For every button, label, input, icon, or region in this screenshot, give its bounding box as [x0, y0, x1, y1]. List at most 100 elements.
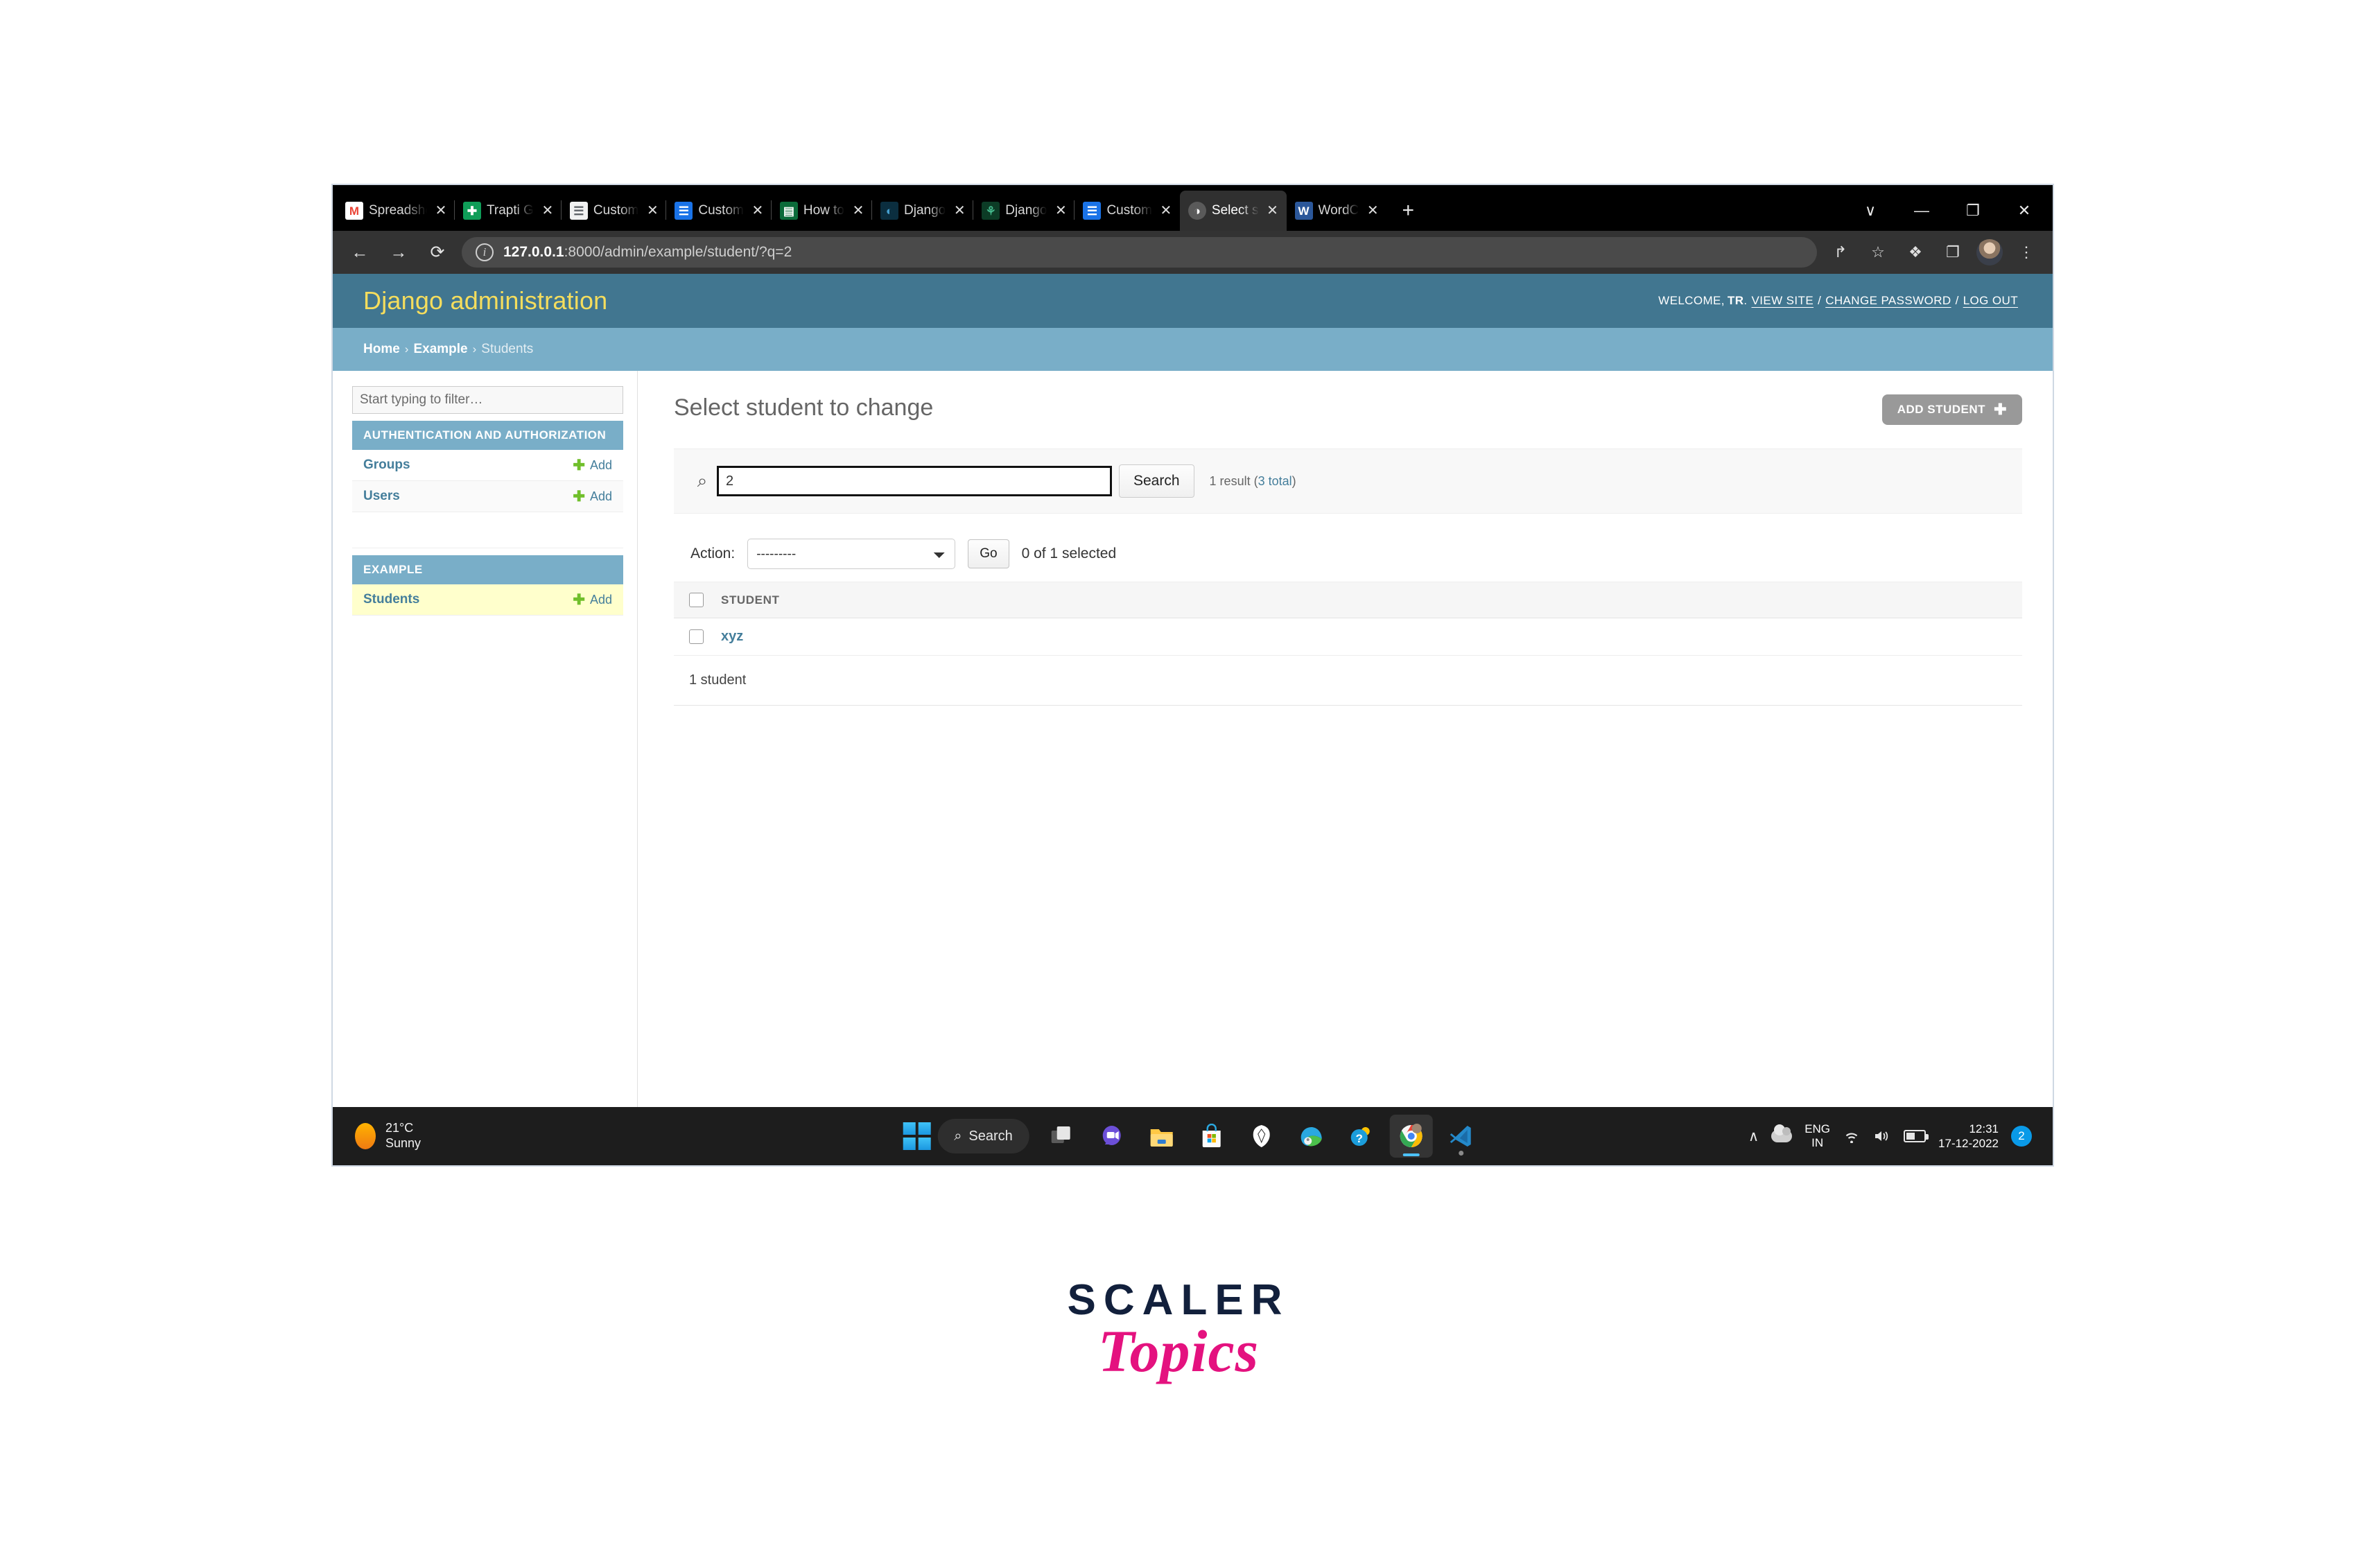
sidebar-item-users[interactable]: Users ✚ Add	[352, 481, 623, 512]
tab-search-icon[interactable]: ∨	[1845, 193, 1896, 229]
select-all-checkbox[interactable]	[689, 593, 704, 608]
language-bottom: IN	[1811, 1136, 1824, 1149]
teams-icon[interactable]	[1090, 1115, 1133, 1158]
tab-close-icon[interactable]: ✕	[1052, 202, 1069, 219]
browser-tab-active[interactable]: ◑ Select s ✕	[1179, 191, 1287, 231]
brave-icon[interactable]	[1240, 1115, 1283, 1158]
chevron-up-icon[interactable]: ∧	[1748, 1128, 1759, 1145]
reload-icon[interactable]: ⟳	[423, 238, 452, 267]
tab-close-icon[interactable]: ✕	[951, 202, 968, 219]
search-button[interactable]: Search	[1119, 464, 1194, 498]
app-group-caption[interactable]: AUTHENTICATION AND AUTHORIZATION	[352, 421, 623, 450]
column-header-student[interactable]: STUDENT	[714, 582, 2022, 619]
share-icon[interactable]: ↱	[1827, 238, 1854, 266]
side-panel-icon[interactable]: ❐	[1939, 238, 1967, 266]
volume-icon[interactable]	[1873, 1129, 1891, 1143]
link-separator: /	[1955, 294, 1959, 307]
tab-title: Trapti G	[487, 203, 534, 218]
sidebar-item-label[interactable]: Students	[363, 592, 419, 607]
tab-close-icon[interactable]: ✕	[433, 202, 449, 219]
browser-tab[interactable]: ⚘ Django ✕	[973, 191, 1075, 231]
start-button-icon[interactable]	[903, 1122, 931, 1150]
breadcrumb-home[interactable]: Home	[363, 342, 400, 357]
app-group-example: EXAMPLE Students ✚ Add	[352, 555, 623, 616]
taskbar-search-button[interactable]: ⌕ Search	[937, 1119, 1029, 1153]
sidebar-item-groups[interactable]: Groups ✚ Add	[352, 450, 623, 481]
browser-tab[interactable]: W WordC ✕	[1287, 191, 1387, 231]
close-icon[interactable]: ✕	[1999, 193, 2050, 229]
bookmark-star-icon[interactable]: ☆	[1864, 238, 1892, 266]
plus-icon: ✚	[573, 591, 585, 608]
search-input[interactable]	[717, 466, 1112, 496]
log-out-link[interactable]: LOG OUT	[1963, 294, 2018, 308]
restore-icon[interactable]: ❐	[1947, 193, 1999, 229]
go-button[interactable]: Go	[968, 539, 1009, 568]
total-link[interactable]: 3 total	[1258, 474, 1292, 488]
user-tools: WELCOME, TR. VIEW SITE / CHANGE PASSWORD…	[1658, 294, 2022, 308]
system-tray: ∧ ENG IN 12:31 17-12-2022 2	[1748, 1122, 2043, 1151]
app-group-caption[interactable]: EXAMPLE	[352, 555, 623, 584]
action-select[interactable]: ---------	[747, 539, 956, 569]
browser-tab[interactable]: ◐ Django ✕	[871, 191, 973, 231]
row-checkbox[interactable]	[689, 629, 704, 645]
language-indicator[interactable]: ENG IN	[1804, 1122, 1830, 1151]
new-tab-button[interactable]: +	[1392, 195, 1424, 227]
help-icon[interactable]: ?	[1340, 1115, 1383, 1158]
slides-icon: ☰	[675, 202, 693, 220]
breadcrumb-app[interactable]: Example	[413, 342, 467, 357]
link-separator: /	[1818, 294, 1822, 307]
student-link[interactable]: xyz	[721, 629, 743, 644]
tab-close-icon[interactable]: ✕	[749, 202, 766, 219]
minimize-icon[interactable]: —	[1896, 193, 1947, 229]
result-count-footer: 1 student	[674, 656, 2022, 706]
weather-widget[interactable]: 21°C Sunny	[342, 1121, 421, 1151]
wifi-icon[interactable]	[1843, 1129, 1861, 1143]
browser-tab[interactable]: ▤ How to ✕	[770, 191, 872, 231]
sidebar-item-label[interactable]: Users	[363, 489, 400, 504]
search-icon: ⌕	[697, 470, 708, 491]
chrome-menu-icon[interactable]: ⋮	[2012, 238, 2040, 266]
cell-student: xyz	[714, 618, 2022, 656]
file-explorer-icon[interactable]	[1140, 1115, 1183, 1158]
vscode-icon[interactable]	[1440, 1115, 1483, 1158]
back-icon[interactable]: ←	[345, 238, 374, 267]
view-site-link[interactable]: VIEW SITE	[1752, 294, 1814, 308]
browser-tab[interactable]: ☰ Custom ✕	[666, 191, 771, 231]
sidebar-item-label[interactable]: Groups	[363, 458, 410, 473]
browser-tab[interactable]: ☰ Custom ✕	[1074, 191, 1179, 231]
task-view-icon[interactable]	[1041, 1115, 1084, 1158]
sidebar-filter-input[interactable]	[352, 386, 623, 414]
tab-close-icon[interactable]: ✕	[850, 202, 867, 219]
change-password-link[interactable]: CHANGE PASSWORD	[1825, 294, 1951, 308]
notification-badge[interactable]: 2	[2011, 1126, 2032, 1147]
browser-tab[interactable]: M Spreadsheet ✕	[337, 191, 455, 231]
edge-icon[interactable]	[1290, 1115, 1333, 1158]
forward-icon[interactable]: →	[384, 238, 413, 267]
tab-close-icon[interactable]: ✕	[539, 202, 556, 219]
slides-icon: ☰	[1083, 202, 1102, 220]
add-student-button[interactable]: ADD STUDENT ✚	[1881, 394, 2022, 425]
add-students-link[interactable]: ✚ Add	[573, 593, 612, 607]
onedrive-icon[interactable]	[1771, 1124, 1793, 1142]
site-info-icon[interactable]: i	[476, 243, 494, 261]
tab-close-icon[interactable]: ✕	[1264, 202, 1281, 219]
profile-avatar[interactable]	[1976, 239, 2003, 265]
browser-tab[interactable]: ✚ Trapti G ✕	[454, 191, 562, 231]
address-bar[interactable]: i 127.0.0.1:8000/admin/example/student/?…	[462, 237, 1817, 268]
tab-close-icon[interactable]: ✕	[1364, 202, 1381, 219]
sun-icon	[355, 1123, 376, 1149]
microsoft-store-icon[interactable]	[1190, 1115, 1233, 1158]
add-label: Add	[589, 489, 612, 503]
sidebar-item-students[interactable]: Students ✚ Add	[352, 584, 623, 616]
extensions-puzzle-icon[interactable]: ❖	[1902, 238, 1929, 266]
clock[interactable]: 12:31 17-12-2022	[1938, 1122, 1999, 1151]
table-head: STUDENT	[674, 582, 2022, 619]
tab-close-icon[interactable]: ✕	[644, 202, 661, 219]
browser-tab[interactable]: ☰ Custom ✕	[560, 191, 666, 231]
battery-icon[interactable]	[1904, 1130, 1929, 1142]
tab-close-icon[interactable]: ✕	[1158, 202, 1174, 219]
add-users-link[interactable]: ✚ Add	[573, 489, 612, 504]
chrome-icon[interactable]	[1389, 1115, 1433, 1158]
add-groups-link[interactable]: ✚ Add	[573, 458, 612, 473]
site-branding[interactable]: Django administration	[363, 286, 607, 315]
